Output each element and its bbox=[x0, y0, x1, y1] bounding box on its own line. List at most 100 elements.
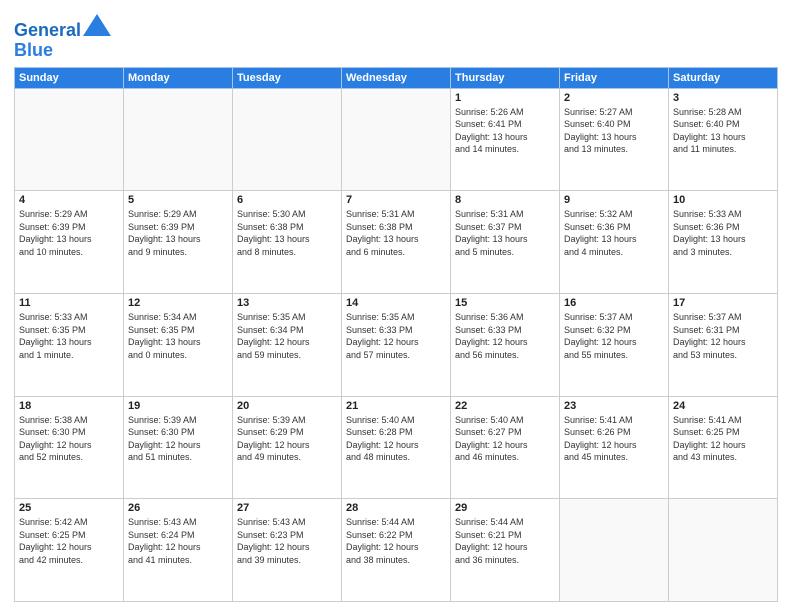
calendar-cell: 14 Sunrise: 5:35 AM Sunset: 6:33 PM Dayli… bbox=[342, 293, 451, 396]
day-number: 29 bbox=[455, 502, 555, 514]
day-number: 24 bbox=[673, 400, 773, 412]
weekday-header-friday: Friday bbox=[560, 67, 669, 88]
weekday-header-thursday: Thursday bbox=[451, 67, 560, 88]
calendar-cell: 7 Sunrise: 5:31 AM Sunset: 6:38 PM Daylig… bbox=[342, 191, 451, 294]
day-number: 25 bbox=[19, 502, 119, 514]
day-info: Sunrise: 5:27 AM Sunset: 6:40 PM Dayligh… bbox=[564, 106, 664, 156]
day-number: 27 bbox=[237, 502, 337, 514]
day-number: 9 bbox=[564, 194, 664, 206]
day-info: Sunrise: 5:33 AM Sunset: 6:36 PM Dayligh… bbox=[673, 208, 773, 258]
day-info: Sunrise: 5:35 AM Sunset: 6:33 PM Dayligh… bbox=[346, 311, 446, 361]
day-info: Sunrise: 5:31 AM Sunset: 6:37 PM Dayligh… bbox=[455, 208, 555, 258]
calendar-cell bbox=[15, 88, 124, 191]
day-number: 22 bbox=[455, 400, 555, 412]
calendar-cell: 3 Sunrise: 5:28 AM Sunset: 6:40 PM Daylig… bbox=[669, 88, 778, 191]
calendar-table: SundayMondayTuesdayWednesdayThursdayFrid… bbox=[14, 67, 778, 602]
day-info: Sunrise: 5:29 AM Sunset: 6:39 PM Dayligh… bbox=[128, 208, 228, 258]
day-number: 21 bbox=[346, 400, 446, 412]
day-info: Sunrise: 5:43 AM Sunset: 6:23 PM Dayligh… bbox=[237, 516, 337, 566]
logo-general: General bbox=[14, 20, 81, 40]
day-info: Sunrise: 5:37 AM Sunset: 6:32 PM Dayligh… bbox=[564, 311, 664, 361]
week-row-3: 18 Sunrise: 5:38 AM Sunset: 6:30 PM Dayli… bbox=[15, 396, 778, 499]
day-number: 18 bbox=[19, 400, 119, 412]
day-number: 17 bbox=[673, 297, 773, 309]
day-number: 19 bbox=[128, 400, 228, 412]
day-info: Sunrise: 5:42 AM Sunset: 6:25 PM Dayligh… bbox=[19, 516, 119, 566]
logo-icon bbox=[83, 14, 111, 36]
day-number: 2 bbox=[564, 92, 664, 104]
calendar-cell: 1 Sunrise: 5:26 AM Sunset: 6:41 PM Daylig… bbox=[451, 88, 560, 191]
weekday-header-tuesday: Tuesday bbox=[233, 67, 342, 88]
week-row-2: 11 Sunrise: 5:33 AM Sunset: 6:35 PM Dayli… bbox=[15, 293, 778, 396]
calendar-cell: 25 Sunrise: 5:42 AM Sunset: 6:25 PM Dayli… bbox=[15, 499, 124, 602]
day-info: Sunrise: 5:31 AM Sunset: 6:38 PM Dayligh… bbox=[346, 208, 446, 258]
calendar-cell: 23 Sunrise: 5:41 AM Sunset: 6:26 PM Dayli… bbox=[560, 396, 669, 499]
calendar-cell: 13 Sunrise: 5:35 AM Sunset: 6:34 PM Dayli… bbox=[233, 293, 342, 396]
calendar-cell: 21 Sunrise: 5:40 AM Sunset: 6:28 PM Dayli… bbox=[342, 396, 451, 499]
day-info: Sunrise: 5:40 AM Sunset: 6:28 PM Dayligh… bbox=[346, 414, 446, 464]
day-number: 4 bbox=[19, 194, 119, 206]
day-number: 7 bbox=[346, 194, 446, 206]
day-info: Sunrise: 5:26 AM Sunset: 6:41 PM Dayligh… bbox=[455, 106, 555, 156]
day-info: Sunrise: 5:41 AM Sunset: 6:26 PM Dayligh… bbox=[564, 414, 664, 464]
day-number: 14 bbox=[346, 297, 446, 309]
calendar-cell: 9Sunrise: 5:32 AM Sunset: 6:36 PM Daylig… bbox=[560, 191, 669, 294]
calendar-cell: 4 Sunrise: 5:29 AM Sunset: 6:39 PM Daylig… bbox=[15, 191, 124, 294]
day-number: 15 bbox=[455, 297, 555, 309]
page: General Blue SundayMondayTuesdayWednesda… bbox=[0, 0, 792, 612]
day-number: 1 bbox=[455, 92, 555, 104]
day-number: 23 bbox=[564, 400, 664, 412]
calendar-cell: 2 Sunrise: 5:27 AM Sunset: 6:40 PM Daylig… bbox=[560, 88, 669, 191]
day-info: Sunrise: 5:34 AM Sunset: 6:35 PM Dayligh… bbox=[128, 311, 228, 361]
calendar-cell: 18 Sunrise: 5:38 AM Sunset: 6:30 PM Dayli… bbox=[15, 396, 124, 499]
calendar-cell: 10 Sunrise: 5:33 AM Sunset: 6:36 PM Dayli… bbox=[669, 191, 778, 294]
calendar-cell: 22Sunrise: 5:40 AM Sunset: 6:27 PM Dayli… bbox=[451, 396, 560, 499]
logo-blue: Blue bbox=[14, 40, 53, 60]
calendar-cell: 29 Sunrise: 5:44 AM Sunset: 6:21 PM Dayli… bbox=[451, 499, 560, 602]
day-number: 26 bbox=[128, 502, 228, 514]
day-number: 28 bbox=[346, 502, 446, 514]
weekday-header-row: SundayMondayTuesdayWednesdayThursdayFrid… bbox=[15, 67, 778, 88]
day-info: Sunrise: 5:35 AM Sunset: 6:34 PM Dayligh… bbox=[237, 311, 337, 361]
day-info: Sunrise: 5:29 AM Sunset: 6:39 PM Dayligh… bbox=[19, 208, 119, 258]
day-info: Sunrise: 5:38 AM Sunset: 6:30 PM Dayligh… bbox=[19, 414, 119, 464]
day-info: Sunrise: 5:39 AM Sunset: 6:29 PM Dayligh… bbox=[237, 414, 337, 464]
calendar-cell: 5Sunrise: 5:29 AM Sunset: 6:39 PM Daylig… bbox=[124, 191, 233, 294]
logo: General Blue bbox=[14, 14, 111, 61]
day-number: 11 bbox=[19, 297, 119, 309]
calendar-cell: 16 Sunrise: 5:37 AM Sunset: 6:32 PM Dayli… bbox=[560, 293, 669, 396]
day-number: 8 bbox=[455, 194, 555, 206]
day-number: 20 bbox=[237, 400, 337, 412]
week-row-1: 4 Sunrise: 5:29 AM Sunset: 6:39 PM Daylig… bbox=[15, 191, 778, 294]
calendar-cell bbox=[233, 88, 342, 191]
calendar-cell: 8 Sunrise: 5:31 AM Sunset: 6:37 PM Daylig… bbox=[451, 191, 560, 294]
day-info: Sunrise: 5:41 AM Sunset: 6:25 PM Dayligh… bbox=[673, 414, 773, 464]
calendar-cell bbox=[342, 88, 451, 191]
day-info: Sunrise: 5:33 AM Sunset: 6:35 PM Dayligh… bbox=[19, 311, 119, 361]
day-info: Sunrise: 5:39 AM Sunset: 6:30 PM Dayligh… bbox=[128, 414, 228, 464]
calendar-cell: 15Sunrise: 5:36 AM Sunset: 6:33 PM Dayli… bbox=[451, 293, 560, 396]
day-number: 3 bbox=[673, 92, 773, 104]
calendar-cell bbox=[560, 499, 669, 602]
calendar-cell: 24 Sunrise: 5:41 AM Sunset: 6:25 PM Dayli… bbox=[669, 396, 778, 499]
calendar-cell: 6 Sunrise: 5:30 AM Sunset: 6:38 PM Daylig… bbox=[233, 191, 342, 294]
weekday-header-saturday: Saturday bbox=[669, 67, 778, 88]
day-number: 6 bbox=[237, 194, 337, 206]
calendar-cell: 26 Sunrise: 5:43 AM Sunset: 6:24 PM Dayli… bbox=[124, 499, 233, 602]
day-info: Sunrise: 5:43 AM Sunset: 6:24 PM Dayligh… bbox=[128, 516, 228, 566]
week-row-0: 1 Sunrise: 5:26 AM Sunset: 6:41 PM Daylig… bbox=[15, 88, 778, 191]
header: General Blue bbox=[14, 10, 778, 61]
day-info: Sunrise: 5:28 AM Sunset: 6:40 PM Dayligh… bbox=[673, 106, 773, 156]
calendar-cell: 20 Sunrise: 5:39 AM Sunset: 6:29 PM Dayli… bbox=[233, 396, 342, 499]
day-info: Sunrise: 5:44 AM Sunset: 6:21 PM Dayligh… bbox=[455, 516, 555, 566]
day-number: 16 bbox=[564, 297, 664, 309]
calendar-cell: 11 Sunrise: 5:33 AM Sunset: 6:35 PM Dayli… bbox=[15, 293, 124, 396]
calendar-cell bbox=[124, 88, 233, 191]
day-info: Sunrise: 5:44 AM Sunset: 6:22 PM Dayligh… bbox=[346, 516, 446, 566]
day-number: 10 bbox=[673, 194, 773, 206]
weekday-header-monday: Monday bbox=[124, 67, 233, 88]
day-info: Sunrise: 5:30 AM Sunset: 6:38 PM Dayligh… bbox=[237, 208, 337, 258]
day-number: 13 bbox=[237, 297, 337, 309]
week-row-4: 25 Sunrise: 5:42 AM Sunset: 6:25 PM Dayli… bbox=[15, 499, 778, 602]
calendar-cell: 12Sunrise: 5:34 AM Sunset: 6:35 PM Dayli… bbox=[124, 293, 233, 396]
